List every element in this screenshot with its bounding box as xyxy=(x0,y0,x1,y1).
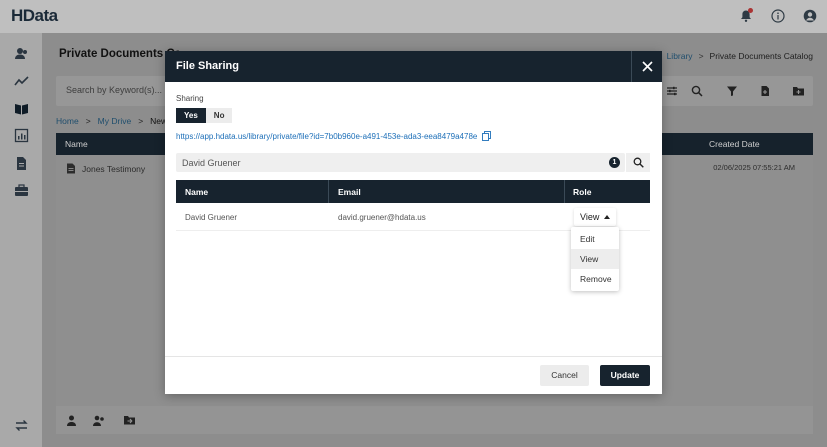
sharing-label: Sharing xyxy=(176,94,204,103)
group-users-icon[interactable] xyxy=(89,410,109,430)
move-folder-icon[interactable] xyxy=(119,410,139,430)
sharing-toggle: Yes No xyxy=(176,108,233,123)
modal-title: File Sharing xyxy=(176,60,239,72)
page-title: Private Documents Catalog xyxy=(59,48,179,60)
share-link-row: https://app.hdata.us/library/private/fil… xyxy=(176,131,492,141)
breadcrumb-home[interactable]: Home xyxy=(56,116,79,126)
breadcrumb-separator: > xyxy=(138,116,144,126)
role-option-remove[interactable]: Remove xyxy=(571,269,619,289)
sidebar-briefcase-icon[interactable] xyxy=(13,182,29,198)
breadcrumb-current: Private Documents Catalog xyxy=(709,51,813,61)
info-icon[interactable] xyxy=(769,7,787,25)
sharing-no-button[interactable]: No xyxy=(205,108,233,123)
breadcrumb-right: Library > Private Documents Catalog xyxy=(667,51,813,61)
caret-up-icon xyxy=(604,215,611,219)
bottom-action-bar xyxy=(56,406,813,434)
search-icon[interactable] xyxy=(687,81,707,101)
share-link[interactable]: https://app.hdata.us/library/private/fil… xyxy=(176,132,477,141)
add-file-icon[interactable] xyxy=(755,81,775,101)
share-users-icon[interactable] xyxy=(61,410,81,430)
footer-divider xyxy=(165,356,662,357)
search-icon xyxy=(633,157,644,168)
update-button[interactable]: Update xyxy=(600,365,650,386)
close-button[interactable] xyxy=(631,51,662,82)
sidebar xyxy=(0,33,42,447)
user-search-input[interactable] xyxy=(182,156,602,169)
breadcrumb-left: Home > My Drive > New xyxy=(56,116,167,126)
user-email: david.gruener@hdata.us xyxy=(338,213,426,222)
funnel-filter-icon[interactable] xyxy=(722,81,742,101)
col-header-name: Name xyxy=(185,187,209,197)
role-option-edit[interactable]: Edit xyxy=(571,229,619,249)
user-search-button[interactable] xyxy=(626,153,650,172)
document-name: Jones Testimony xyxy=(82,163,146,174)
col-header-created-date[interactable]: Created Date xyxy=(709,139,760,149)
col-header-name[interactable]: Name xyxy=(65,139,88,149)
sharing-yes-button[interactable]: Yes xyxy=(176,108,206,123)
modal-header: File Sharing xyxy=(165,51,662,82)
column-divider xyxy=(328,180,329,203)
notification-dot xyxy=(748,8,753,13)
sidebar-documents-icon[interactable] xyxy=(13,155,29,171)
user-search-field: 1 xyxy=(176,153,625,172)
role-dropdown-value: View xyxy=(580,212,600,222)
user-name: David Gruener xyxy=(185,213,238,222)
document-icon xyxy=(67,163,75,174)
top-bar-icons xyxy=(737,7,819,25)
shared-users-table-header: Name Email Role xyxy=(176,180,650,203)
add-folder-icon[interactable] xyxy=(788,81,808,101)
role-dropdown-menu: Edit View Remove xyxy=(571,227,619,291)
role-dropdown[interactable]: View xyxy=(574,208,617,226)
sidebar-library-icon[interactable] xyxy=(13,100,29,116)
column-divider xyxy=(564,180,565,203)
sidebar-users-icon[interactable] xyxy=(13,45,29,61)
breadcrumb-my-drive[interactable]: My Drive xyxy=(98,116,132,126)
keyword-search-input[interactable]: Search by Keyword(s)... xyxy=(66,85,162,95)
cancel-button[interactable]: Cancel xyxy=(540,365,589,386)
user-avatar-icon[interactable] xyxy=(801,7,819,25)
role-option-view[interactable]: View xyxy=(571,249,619,269)
col-header-role: Role xyxy=(573,187,592,197)
close-icon xyxy=(641,61,653,72)
col-header-email: Email xyxy=(338,187,361,197)
shared-users-table: Name Email Role David Gruener david.grue… xyxy=(176,180,650,231)
top-bar: HData xyxy=(0,0,827,33)
table-row[interactable]: Jones Testimony xyxy=(66,163,145,174)
file-sharing-modal: File Sharing Sharing Yes No https://app.… xyxy=(165,51,662,394)
sidebar-reports-icon[interactable] xyxy=(13,127,29,143)
breadcrumb-library-link[interactable]: Library xyxy=(667,51,693,61)
selected-count-badge: 1 xyxy=(609,157,620,168)
breadcrumb-separator: > xyxy=(85,116,91,126)
sidebar-analytics-icon[interactable] xyxy=(13,73,29,89)
breadcrumb-separator: > xyxy=(698,51,704,61)
notification-bell-icon[interactable] xyxy=(737,7,755,25)
hdata-logo[interactable]: HData xyxy=(11,6,58,26)
sidebar-swap-icon[interactable] xyxy=(13,417,29,433)
copy-icon[interactable] xyxy=(482,131,492,141)
document-created-date: 02/06/2025 07:55:21 AM xyxy=(713,163,795,172)
filter-settings-icon[interactable] xyxy=(662,81,682,101)
